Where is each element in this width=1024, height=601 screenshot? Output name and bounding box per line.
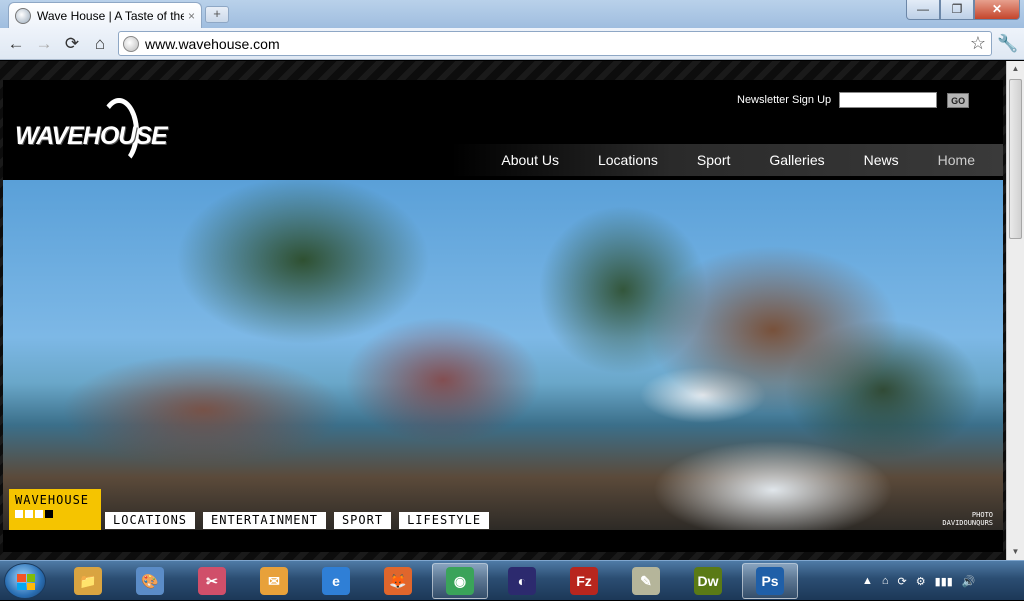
- nav-sport[interactable]: Sport: [697, 152, 730, 168]
- tray-app-icon[interactable]: ⌂: [882, 575, 889, 587]
- bookmark-star-icon[interactable]: ☆: [970, 33, 986, 54]
- browser-titlebar: Wave House | A Taste of the × + — ❐ ✕: [0, 0, 1024, 28]
- paint-icon: 🎨: [136, 567, 164, 595]
- sub-nav: LOCATIONS ENTERTAINMENT SPORT LIFESTYLE: [105, 512, 497, 529]
- nav-home[interactable]: Home: [938, 152, 975, 168]
- taskbar-eclipse-button[interactable]: ◐: [494, 563, 550, 599]
- photo-credit: PHOTO DAVIDOUNQURS: [908, 511, 993, 527]
- notepad-icon: ✎: [632, 567, 660, 595]
- taskbar-filezilla-button[interactable]: Fz: [556, 563, 612, 599]
- back-arrow-icon[interactable]: ←: [4, 32, 28, 56]
- snipping-tool-icon: ✂: [198, 567, 226, 595]
- logo-text: WAVEHOUSE: [15, 122, 168, 150]
- subnav-lifestyle[interactable]: LIFESTYLE: [399, 512, 490, 529]
- subnav-locations[interactable]: LOCATIONS: [105, 512, 196, 529]
- tab-title: Wave House | A Taste of the: [37, 8, 184, 23]
- eclipse-icon: ◐: [508, 567, 536, 595]
- taskbar-photoshop-button[interactable]: Ps: [742, 563, 798, 599]
- firefox-icon: 🦊: [384, 567, 412, 595]
- nav-locations[interactable]: Locations: [598, 152, 658, 168]
- taskbar-paint-button[interactable]: 🎨: [122, 563, 178, 599]
- taskbar-snipping-tool-button[interactable]: ✂: [184, 563, 240, 599]
- forward-arrow-icon[interactable]: →: [32, 32, 56, 56]
- photo-credit-label: PHOTO: [971, 511, 993, 519]
- subnav-sport[interactable]: SPORT: [333, 512, 392, 529]
- sync-icon[interactable]: ⟳: [898, 575, 907, 588]
- wavehouse-logo[interactable]: WAVEHOUSE: [15, 98, 225, 168]
- newsletter-label: Newsletter Sign Up: [737, 94, 832, 106]
- nav-news[interactable]: News: [864, 152, 899, 168]
- newsletter-form: Newsletter Sign Up GO: [737, 92, 970, 108]
- close-tab-icon[interactable]: ×: [188, 9, 195, 23]
- photo-credit-name: DAVIDOUNQURS: [942, 519, 993, 527]
- wrench-icon[interactable]: 🔧: [996, 32, 1020, 56]
- minimize-button[interactable]: —: [906, 0, 940, 20]
- scroll-down-icon[interactable]: ▼: [1007, 544, 1024, 560]
- browser-tab[interactable]: Wave House | A Taste of the ×: [8, 2, 202, 28]
- taskbar-internet-explorer-button[interactable]: e: [308, 563, 364, 599]
- brand-tag-squares: [15, 510, 95, 518]
- taskbar-windows-explorer-button[interactable]: 📁: [60, 563, 116, 599]
- internet-explorer-icon: e: [322, 567, 350, 595]
- url-text[interactable]: www.wavehouse.com: [145, 36, 280, 52]
- reload-icon[interactable]: ⟳: [60, 32, 84, 56]
- brand-tag[interactable]: WAVEHOUSE: [9, 489, 101, 530]
- brand-tag-text: WAVEHOUSE: [15, 493, 90, 507]
- vertical-scrollbar[interactable]: ▲ ▼: [1006, 61, 1024, 560]
- site-container: WAVEHOUSE Newsletter Sign Up GO About Us…: [3, 80, 1003, 552]
- newsletter-go-button[interactable]: GO: [947, 92, 970, 108]
- network-signal-icon[interactable]: ▮▮▮: [935, 575, 953, 588]
- close-window-button[interactable]: ✕: [974, 0, 1020, 20]
- address-bar[interactable]: www.wavehouse.com ☆: [118, 31, 992, 56]
- windows-explorer-icon: 📁: [74, 567, 102, 595]
- outlook-icon: ✉: [260, 567, 288, 595]
- taskbar-outlook-button[interactable]: ✉: [246, 563, 302, 599]
- globe-icon: [123, 35, 139, 52]
- filezilla-icon: Fz: [570, 567, 598, 595]
- hero-image: WAVEHOUSE LOCATIONS ENTERTAINMENT SPORT …: [3, 180, 1003, 530]
- photoshop-icon: Ps: [756, 567, 784, 595]
- taskbar-chrome-button[interactable]: ◉: [432, 563, 488, 599]
- taskbar-dreamweaver-button[interactable]: Dw: [680, 563, 736, 599]
- system-tray: ▲ ⌂ ⟳ ⚙ ▮▮▮ 🔊: [862, 561, 1022, 601]
- maximize-button[interactable]: ❐: [940, 0, 974, 20]
- main-nav: About Us Locations Sport Galleries News …: [451, 144, 1003, 176]
- page-viewport: WAVEHOUSE Newsletter Sign Up GO About Us…: [0, 61, 1006, 560]
- browser-toolbar: ← → ⟳ ⌂ www.wavehouse.com ☆ 🔧: [0, 28, 1024, 60]
- scroll-up-icon[interactable]: ▲: [1007, 61, 1024, 77]
- taskbar-firefox-button[interactable]: 🦊: [370, 563, 426, 599]
- home-icon[interactable]: ⌂: [88, 32, 112, 56]
- taskbar-notepad-button[interactable]: ✎: [618, 563, 674, 599]
- start-button[interactable]: [4, 563, 46, 599]
- subnav-entertainment[interactable]: ENTERTAINMENT: [203, 512, 326, 529]
- settings-icon[interactable]: ⚙: [916, 575, 926, 588]
- taskbar: 📁 🎨 ✂ ✉ e 🦊 ◉ ◐ Fz ✎ Dw Ps ▲ ⌂ ⟳ ⚙ ▮▮▮ 🔊: [0, 560, 1024, 600]
- newsletter-email-input[interactable]: [839, 92, 938, 108]
- nav-galleries[interactable]: Galleries: [769, 152, 824, 168]
- new-tab-button[interactable]: +: [205, 6, 229, 23]
- volume-icon[interactable]: 🔊: [962, 575, 976, 588]
- chrome-icon: ◉: [446, 567, 474, 595]
- window-controls: — ❐ ✕: [906, 0, 1020, 20]
- nav-about-us[interactable]: About Us: [501, 152, 559, 168]
- windows-logo-icon: [17, 574, 35, 590]
- scrollbar-thumb[interactable]: [1009, 79, 1022, 239]
- dreamweaver-icon: Dw: [694, 567, 722, 595]
- show-hidden-icons-icon[interactable]: ▲: [862, 575, 873, 587]
- globe-icon: [15, 7, 31, 24]
